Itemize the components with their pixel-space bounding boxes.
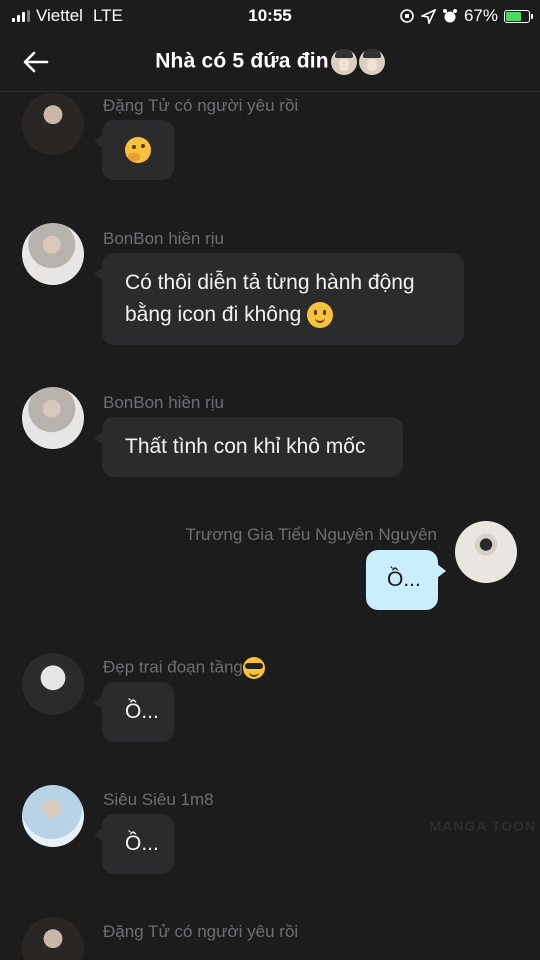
message-text: Ồ... xyxy=(125,832,159,855)
back-button[interactable] xyxy=(14,42,58,82)
message-bubble[interactable]: Ồ... xyxy=(94,814,174,874)
sender-name: Đặng Tử có người yêu rồi xyxy=(103,922,299,941)
signal-strength-icon xyxy=(12,10,30,22)
message-bubble[interactable]: Thất tình con khỉ khô mốc xyxy=(94,417,403,477)
message-list[interactable]: Đặng Tử có người yêu rồi BonBon hiền rịu… xyxy=(0,93,540,960)
cool-sunglasses-emoji-icon xyxy=(242,657,265,679)
face-palm-emoji-icon xyxy=(358,48,385,75)
message-text-line: bằng icon đi không xyxy=(125,299,464,331)
watermark: MANGA TOON xyxy=(429,818,536,834)
orientation-lock-icon xyxy=(400,9,414,23)
sender-name-text: Đẹp trai đoạn tầng xyxy=(103,657,243,677)
chat-title: Nhà có 5 đứa đin xyxy=(155,48,385,75)
message-bubble[interactable] xyxy=(94,120,174,180)
avatar[interactable] xyxy=(455,521,517,583)
sender-name: Siêu Siêu 1m8 xyxy=(103,790,214,809)
sender-name: Đặng Tử có người yêu rồi xyxy=(103,96,299,115)
message-bubble[interactable]: Ồ... xyxy=(94,682,174,742)
face-palm-emoji-icon xyxy=(330,48,357,75)
avatar[interactable] xyxy=(22,223,84,285)
message-text: Ồ... xyxy=(125,700,159,723)
chat-header: Nhà có 5 đứa đin xyxy=(0,32,540,92)
sender-name: Trương Gia Tiểu Nguyên Nguyên xyxy=(185,525,437,544)
chat-title-text: Nhà có 5 đứa đin xyxy=(155,49,329,73)
avatar[interactable] xyxy=(22,917,84,960)
thinking-face-emoji-icon xyxy=(125,137,151,164)
carrier-name: Viettel xyxy=(36,6,83,25)
avatar[interactable] xyxy=(22,387,84,449)
sender-name: BonBon hiền rịu xyxy=(103,229,224,248)
message-text: bằng icon đi không xyxy=(125,303,302,326)
message-bubble[interactable]: Ồ... xyxy=(366,550,446,610)
arrow-left-icon xyxy=(23,51,49,73)
battery-icon xyxy=(504,9,533,23)
avatar[interactable] xyxy=(22,785,84,847)
sender-name: Đẹp trai đoạn tầng xyxy=(103,657,265,679)
message-text: Có thôi diễn tả từng hành động xyxy=(125,271,415,294)
avatar[interactable] xyxy=(22,653,84,715)
message-text: Ồ... xyxy=(387,568,421,591)
sender-name: BonBon hiền rịu xyxy=(103,393,224,412)
message-text: Thất tình con khỉ khô mốc xyxy=(125,435,366,458)
alarm-icon xyxy=(442,9,457,23)
message-bubble[interactable]: Có thôi diễn tả từng hành động bằng icon… xyxy=(94,253,464,345)
slightly-smiling-face-emoji-icon xyxy=(307,302,334,329)
network-type: LTE xyxy=(92,6,123,25)
battery-percent: 67% xyxy=(463,6,498,25)
avatar[interactable] xyxy=(22,93,84,155)
location-arrow-icon xyxy=(420,8,436,24)
status-bar: Viettel LTE 10:55 67% xyxy=(0,0,540,32)
